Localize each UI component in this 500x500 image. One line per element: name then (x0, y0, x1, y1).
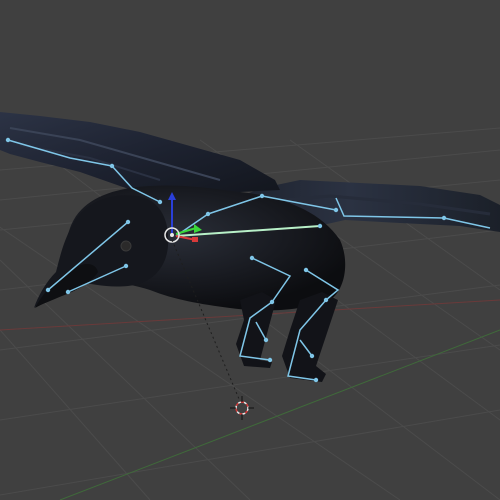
viewport-canvas[interactable] (0, 0, 500, 500)
crow-eye (120, 240, 132, 252)
3d-viewport[interactable] (0, 0, 500, 500)
3d-cursor-icon[interactable] (230, 396, 254, 420)
gizmo-x-handle[interactable] (192, 237, 198, 242)
y-axis-line (59, 329, 500, 500)
